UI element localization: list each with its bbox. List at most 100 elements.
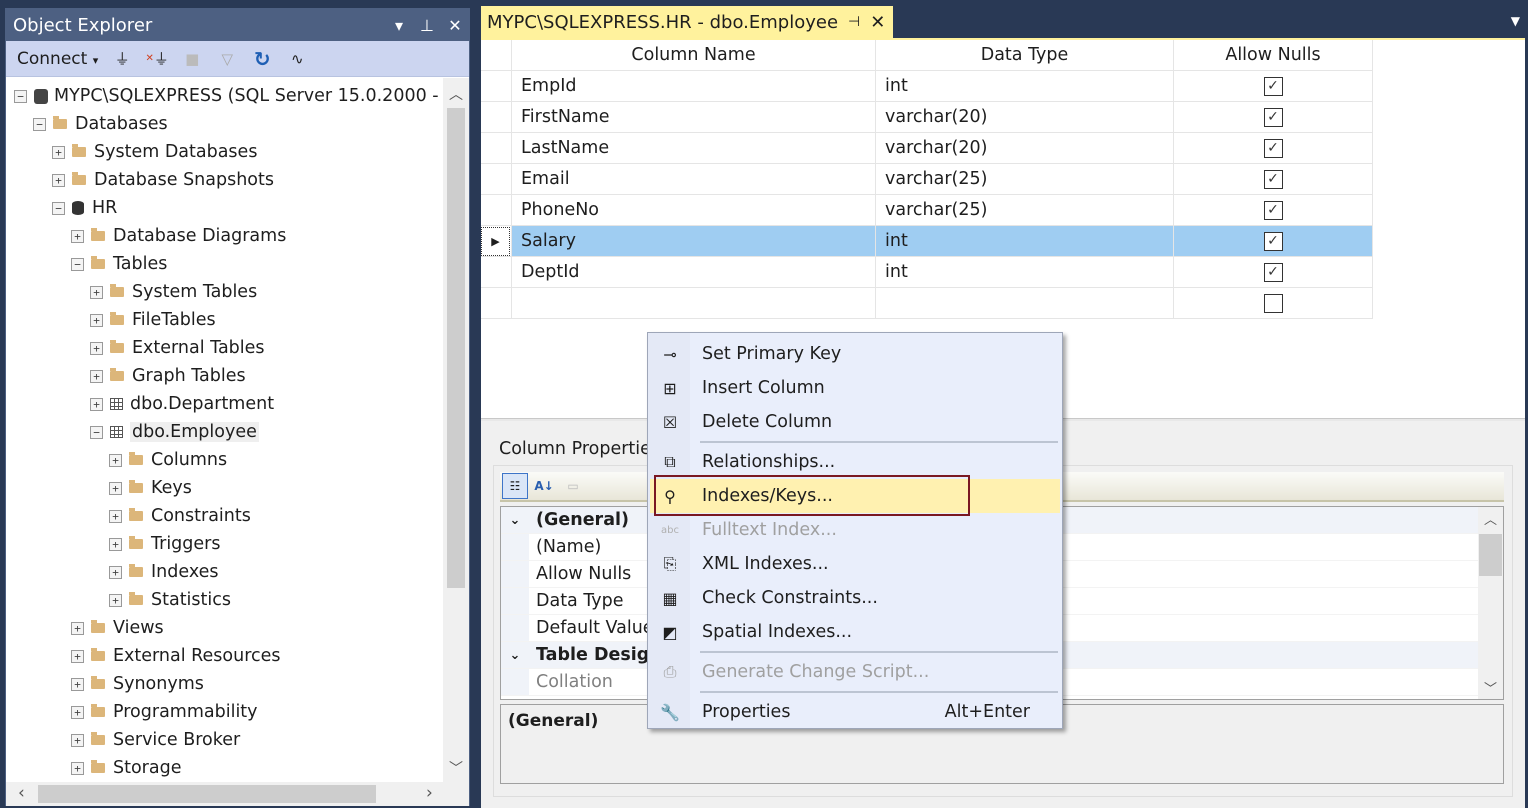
menu-item-properties[interactable]: 🔧 Properties Alt+Enter [650,695,1060,729]
expand-icon[interactable]: + [52,145,65,159]
tree-node[interactable]: + dbo.Department [90,390,274,418]
scroll-down-icon[interactable]: ﹀ [1478,678,1503,697]
expand-icon[interactable]: + [90,285,103,299]
column-name-cell[interactable]: LastName [512,133,876,164]
categorized-icon[interactable]: ☷ [502,473,528,499]
scroll-up-icon[interactable]: ︿ [443,84,469,104]
tree-node[interactable]: + External Tables [90,334,265,362]
row-selector[interactable] [481,164,512,195]
expand-icon[interactable]: + [109,537,122,551]
data-type-cell[interactable]: int [876,257,1174,288]
tree-node[interactable]: − MYPC\SQLEXPRESS (SQL Server 15.0.2000 -… [14,82,442,110]
scroll-left-icon[interactable]: ‹ [18,783,25,803]
table-row[interactable]: ▶ Salary int ✓ [481,226,1373,257]
data-type-cell[interactable]: varchar(20) [876,133,1174,164]
pin-icon[interactable]: ⊥ [413,16,441,35]
allow-nulls-checkbox[interactable]: ✓ [1263,169,1283,189]
expand-icon[interactable]: + [71,733,84,747]
collapse-chevron-icon[interactable]: ⌄ [501,648,529,663]
tree-node[interactable]: − Databases [33,110,168,138]
tree-node[interactable]: − Tables [71,250,167,278]
row-selector[interactable] [481,257,512,288]
tree-node[interactable]: + External Resources [71,642,281,670]
document-tab[interactable]: MYPC\SQLEXPRESS.HR - dbo.Employee ⊣ ✕ [481,6,894,38]
expand-icon[interactable]: + [71,705,84,719]
close-tab-icon[interactable]: ✕ [870,12,885,33]
pin-icon[interactable]: ⊣ [848,14,860,30]
column-name-cell[interactable]: Salary [512,226,876,257]
filter-icon[interactable]: ▽ [216,48,238,70]
expand-icon[interactable]: + [71,621,84,635]
tree-node[interactable]: + Synonyms [71,670,204,698]
tree-horizontal-scrollbar[interactable]: ‹ › [6,782,469,806]
column-name-cell[interactable]: Email [512,164,876,195]
tree-node[interactable]: + Views [71,614,164,642]
tree-node[interactable]: + System Tables [90,278,257,306]
tree-node[interactable]: + Statistics [109,586,231,614]
menu-item-insert-column[interactable]: ⊞ Insert Column [650,371,1060,405]
column-name-cell[interactable]: FirstName [512,102,876,133]
collapse-icon[interactable]: − [71,257,84,271]
tree-node[interactable]: + Database Snapshots [52,166,274,194]
expand-icon[interactable]: + [109,481,122,495]
tree-node[interactable]: + Database Diagrams [71,222,286,250]
scrollbar-thumb[interactable] [1479,534,1502,576]
expand-icon[interactable]: + [109,593,122,607]
data-type-cell[interactable] [876,288,1174,319]
tree-node[interactable]: + FileTables [90,306,216,334]
tree-vertical-scrollbar[interactable]: ︿ ﹀ [443,78,469,782]
data-type-cell[interactable]: int [876,226,1174,257]
menu-item-delete-column[interactable]: ☒ Delete Column [650,405,1060,439]
allow-nulls-checkbox[interactable]: ✓ [1263,262,1283,282]
tree-node[interactable]: + Triggers [109,530,220,558]
tree-node[interactable]: + Keys [109,474,192,502]
expand-icon[interactable]: + [90,369,103,383]
table-row[interactable]: PhoneNo varchar(25) ✓ [481,195,1373,226]
expand-icon[interactable]: + [109,453,122,467]
allow-nulls-checkbox[interactable] [1263,293,1283,313]
connect-button[interactable]: Connect ▾ [17,49,98,69]
close-icon[interactable]: ✕ [441,16,469,35]
table-row[interactable]: FirstName varchar(20) ✓ [481,102,1373,133]
allow-nulls-checkbox[interactable]: ✓ [1263,231,1283,251]
tree-node[interactable]: + System Databases [52,138,257,166]
expand-icon[interactable]: + [52,173,65,187]
scroll-up-icon[interactable]: ︿ [1478,509,1503,528]
allow-nulls-checkbox[interactable]: ✓ [1263,138,1283,158]
disconnect-icon[interactable]: ✕ ⏚ [146,48,169,70]
collapse-icon[interactable]: − [33,117,46,131]
column-name-cell[interactable]: PhoneNo [512,195,876,226]
expand-icon[interactable]: + [90,313,103,327]
expand-icon[interactable]: + [71,677,84,691]
table-row[interactable]: DeptId int ✓ [481,257,1373,288]
tree-node[interactable]: + Storage [71,754,181,782]
window-position-dropdown-icon[interactable]: ▾ [385,16,413,35]
tree-node[interactable]: + Indexes [109,558,219,586]
row-selector[interactable] [481,71,512,102]
tree-node[interactable]: + Graph Tables [90,362,246,390]
menu-item-relationships[interactable]: ⧉ Relationships... [650,445,1060,479]
scrollbar-thumb[interactable] [447,108,465,588]
data-type-cell[interactable]: varchar(20) [876,102,1174,133]
row-selector[interactable] [481,133,512,164]
scroll-down-icon[interactable]: ﹀ [443,758,469,778]
collapse-icon[interactable]: − [14,89,27,103]
row-selector[interactable] [481,102,512,133]
allow-nulls-checkbox[interactable]: ✓ [1263,107,1283,127]
tree-node[interactable]: + Service Broker [71,726,240,754]
tree-node[interactable]: + Columns [109,446,227,474]
tree-node[interactable]: + Constraints [109,502,251,530]
scroll-right-icon[interactable]: › [426,783,433,803]
expand-icon[interactable]: + [71,761,84,775]
column-name-cell[interactable]: EmpId [512,71,876,102]
menu-item-fulltext-index[interactable]: abc Fulltext Index... [650,513,1060,547]
menu-item-generate-change-script[interactable]: ⎙ Generate Change Script... [650,655,1060,689]
data-type-cell[interactable]: varchar(25) [876,164,1174,195]
column-name-cell[interactable]: DeptId [512,257,876,288]
expand-icon[interactable]: + [90,397,103,411]
expand-icon[interactable]: + [71,229,84,243]
property-pages-icon[interactable]: ▭ [560,473,586,499]
stop-icon[interactable]: ■ [181,48,203,70]
menu-item-check-constraints[interactable]: ▦ Check Constraints... [650,581,1060,615]
refresh-icon[interactable]: ↻ [251,47,273,71]
